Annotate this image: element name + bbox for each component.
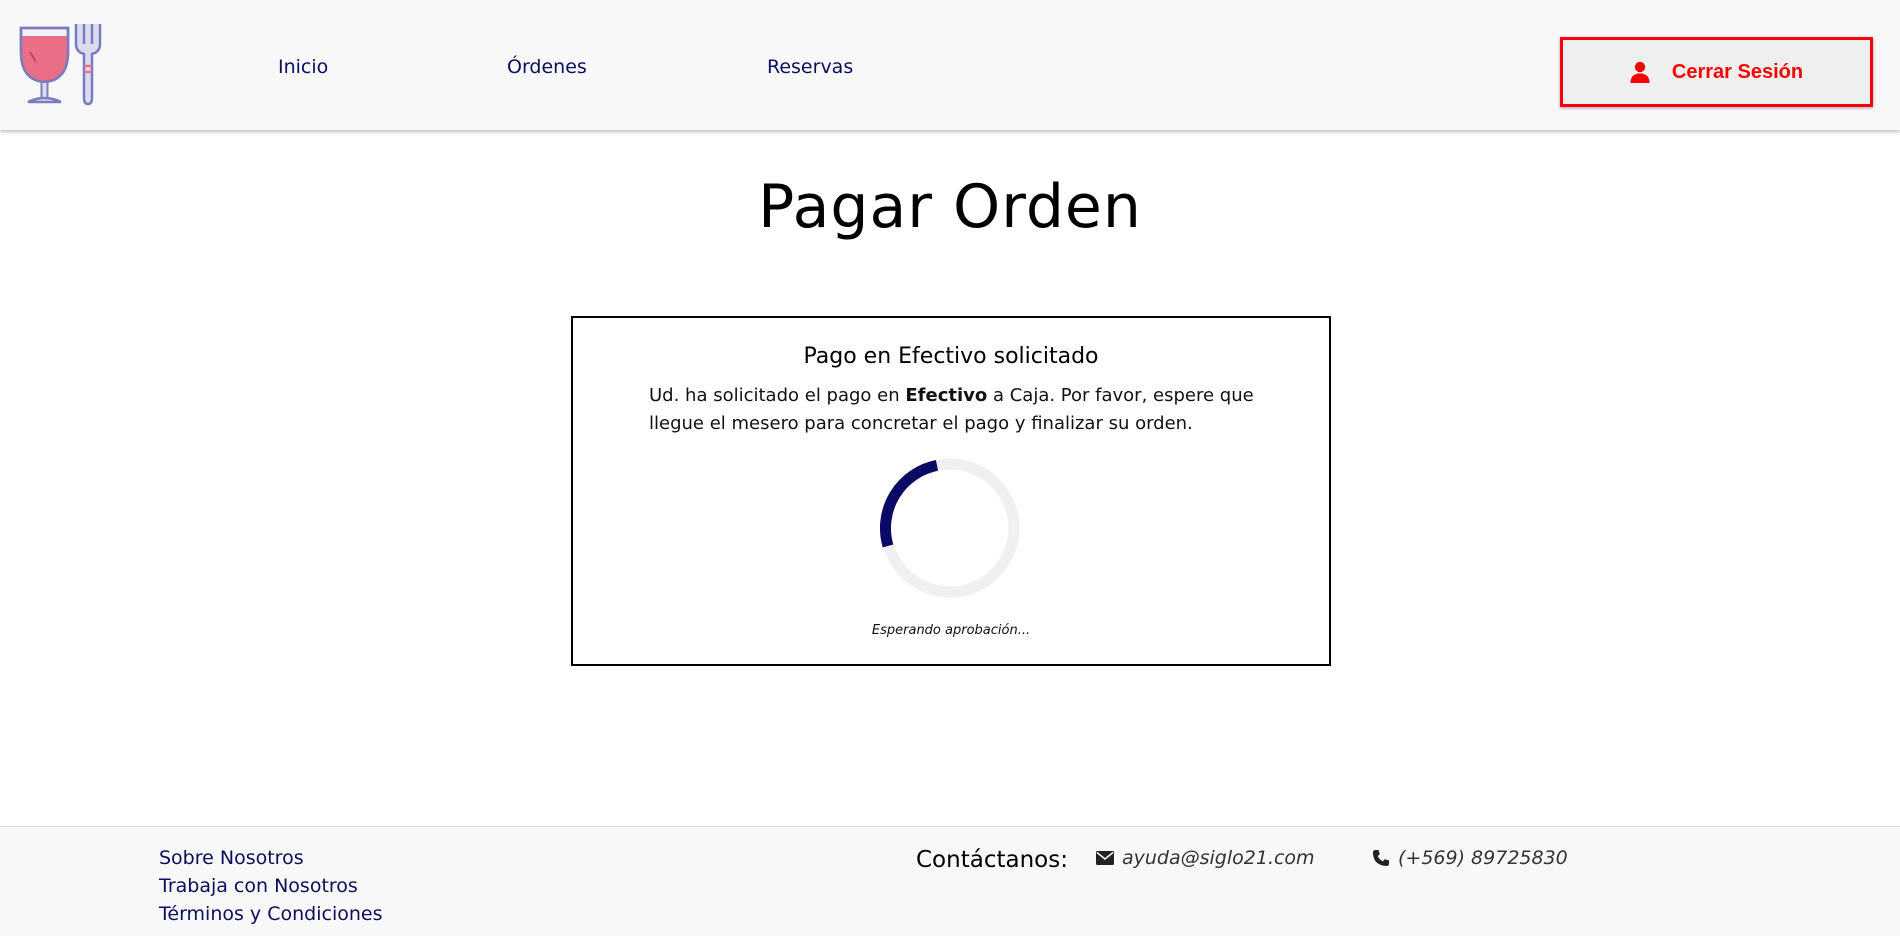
wine-glass-and-fork-logo[interactable] bbox=[18, 22, 104, 106]
footer-link-terminos[interactable]: Términos y Condiciones bbox=[159, 903, 382, 925]
phone-icon bbox=[1373, 850, 1389, 866]
contact-email[interactable]: ayuda@siglo21.com bbox=[1096, 847, 1315, 869]
logout-button[interactable]: Cerrar Sesión bbox=[1560, 37, 1873, 107]
nav-reservas[interactable]: Reservas bbox=[767, 56, 853, 78]
approval-status: Esperando aprobación... bbox=[871, 623, 1031, 638]
email-text: ayuda@siglo21.com bbox=[1122, 847, 1315, 869]
page-title: Pagar Orden bbox=[758, 172, 1142, 242]
loading-spinner bbox=[880, 458, 1020, 598]
contact-phone[interactable]: (+569) 89725830 bbox=[1372, 847, 1568, 869]
payment-method-emphasis: Efectivo bbox=[905, 385, 988, 406]
footer-link-trabaja-con-nosotros[interactable]: Trabaja con Nosotros bbox=[159, 875, 358, 897]
envelope-icon bbox=[1096, 851, 1114, 865]
top-navbar: Inicio Órdenes Reservas Cerrar Sesión bbox=[0, 0, 1900, 130]
card-message: Ud. ha solicitado el pago en Efectivo a … bbox=[649, 385, 1254, 434]
user-icon bbox=[1630, 61, 1650, 83]
nav-inicio[interactable]: Inicio bbox=[278, 56, 328, 78]
nav-ordenes[interactable]: Órdenes bbox=[507, 56, 587, 78]
payment-status-card: Pago en Efectivo solicitado Ud. ha solic… bbox=[571, 316, 1331, 666]
footer: Sobre Nosotros Trabaja con Nosotros Térm… bbox=[0, 826, 1900, 936]
logout-label: Cerrar Sesión bbox=[1671, 60, 1804, 83]
phone-text: (+569) 89725830 bbox=[1398, 847, 1568, 869]
contact-label: Contáctanos: bbox=[916, 847, 1068, 873]
footer-link-sobre-nosotros[interactable]: Sobre Nosotros bbox=[159, 847, 304, 869]
card-title: Pago en Efectivo solicitado bbox=[803, 344, 1099, 369]
